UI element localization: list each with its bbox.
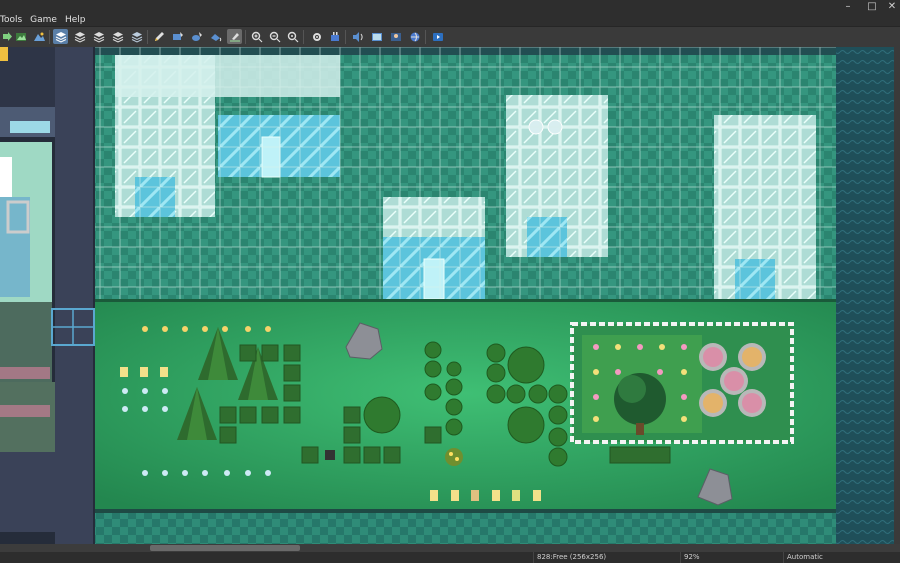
resource-manager-icon [410, 32, 419, 41]
lantern-row [120, 367, 168, 377]
sound-test-button[interactable] [350, 29, 365, 44]
toolbar-separator [303, 30, 304, 44]
left-wall-column [55, 47, 93, 544]
right-water-edge [836, 47, 900, 544]
layer-4-icon [112, 31, 123, 43]
menu-bar: Tools Game Help [0, 14, 900, 26]
layer-1-icon [55, 31, 66, 43]
layer-1-button[interactable] [53, 29, 68, 44]
menu-game[interactable]: Game [30, 14, 57, 26]
yellow-flower-bush [445, 448, 463, 466]
status-zoom: 92% [680, 552, 759, 563]
character-generator-button[interactable] [388, 29, 403, 44]
fill-tool-button[interactable] [208, 29, 223, 44]
layer-all-icon [131, 31, 142, 43]
left-room-glass [0, 197, 30, 297]
arrow-right-icon [3, 32, 12, 41]
plugin-manager-button[interactable] [327, 29, 342, 44]
window-titlebar: – □ ✕ [0, 0, 900, 14]
left-room-panel [0, 157, 12, 197]
plugin-icon [330, 31, 339, 41]
left-flowerbed-2 [0, 405, 50, 417]
ellipse-tool-button[interactable] [189, 29, 204, 44]
menu-tools[interactable]: Tools [0, 14, 22, 26]
vertical-scrollbar[interactable] [894, 47, 900, 544]
lawn-edge [95, 299, 836, 302]
horizontal-scrollbar[interactable] [0, 544, 900, 552]
flood-fill-icon [210, 33, 221, 41]
zoom-in-button[interactable] [249, 29, 264, 44]
layer-4-button[interactable] [110, 29, 125, 44]
left-bottom-wall [0, 452, 55, 532]
status-mode: Automatic [783, 552, 897, 563]
shadow-pen-button[interactable] [227, 29, 242, 44]
toolbar-separator [49, 30, 50, 44]
playtest-icon [432, 32, 443, 41]
toolbar-separator [245, 30, 246, 44]
toolbar-separator [147, 30, 148, 44]
layer-3-icon [93, 31, 104, 43]
map-mode-icon [15, 32, 26, 41]
bottom-floor-strip [95, 509, 836, 544]
zoom-actual-button[interactable] [285, 29, 300, 44]
layer-3-button[interactable] [91, 29, 106, 44]
event-search-icon [371, 32, 382, 41]
bottom-strip-edge [95, 509, 836, 513]
map-canvas[interactable] [0, 47, 900, 544]
shadow-pen-icon [229, 32, 240, 41]
rectangle-icon [172, 31, 183, 40]
horizontal-scrollbar-thumb[interactable] [150, 545, 300, 551]
tile-grid-overlay [95, 47, 836, 299]
left-top-block [0, 47, 55, 107]
pencil-tool-button[interactable] [151, 29, 166, 44]
sound-icon [352, 31, 363, 42]
zoom-actual-icon [287, 31, 298, 42]
left-flowerbed-1 [0, 367, 50, 379]
ellipse-icon [191, 31, 202, 41]
database-button[interactable] [309, 29, 324, 44]
map-editor-workspace [0, 47, 900, 544]
zoom-out-button[interactable] [267, 29, 282, 44]
event-mode-button[interactable] [31, 29, 46, 44]
minimize-button[interactable]: – [836, 0, 860, 14]
status-bar: 828:Free (256x256) 92% Automatic [0, 552, 900, 563]
event-mode-icon [33, 32, 45, 41]
pencil-icon [154, 31, 164, 41]
status-tile-info: 828:Free (256x256) [533, 552, 677, 563]
map-mode-button[interactable] [13, 29, 28, 44]
dark-tile [325, 450, 335, 460]
event-search-button[interactable] [369, 29, 384, 44]
close-button[interactable]: ✕ [880, 0, 900, 14]
layer-2-button[interactable] [72, 29, 87, 44]
zoom-out-icon [269, 31, 280, 42]
toolbar-separator [425, 30, 426, 44]
left-marker [0, 47, 8, 61]
toolbar-separator [345, 30, 346, 44]
toolbar [0, 26, 900, 48]
menu-help[interactable]: Help [65, 14, 86, 26]
left-window [10, 121, 50, 133]
rectangle-tool-button[interactable] [170, 29, 185, 44]
playtest-button[interactable] [430, 29, 445, 44]
database-icon [312, 32, 321, 41]
zoom-in-icon [251, 31, 262, 42]
character-generator-icon [390, 32, 401, 41]
layer-2-icon [74, 31, 85, 43]
resource-manager-button[interactable] [407, 29, 422, 44]
layer-all-button[interactable] [129, 29, 144, 44]
